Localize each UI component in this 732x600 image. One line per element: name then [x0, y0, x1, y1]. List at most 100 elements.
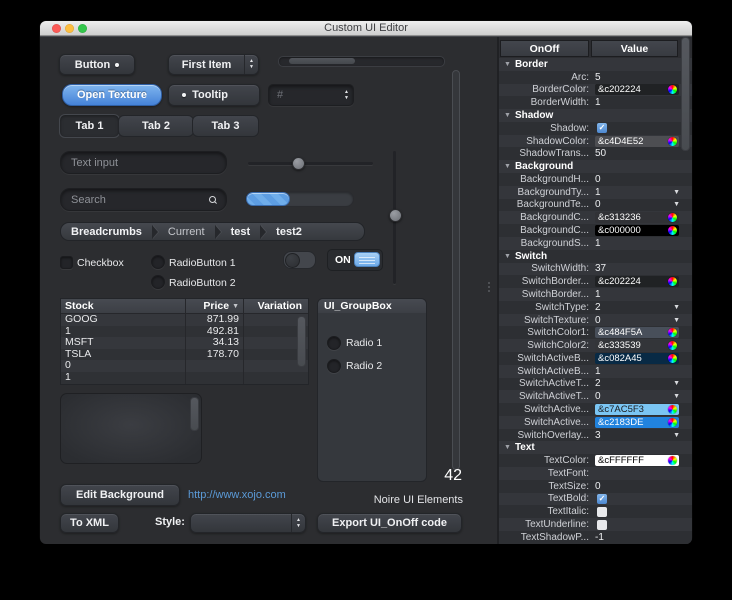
- splitter-grip-icon[interactable]: [488, 282, 490, 292]
- color-swatch[interactable]: &c202224: [595, 84, 679, 95]
- color-wheel-icon[interactable]: [668, 405, 677, 414]
- color-swatch[interactable]: &c000000: [595, 225, 679, 236]
- breadcrumb-item[interactable]: Current: [168, 226, 205, 238]
- horizontal-slider-thumb[interactable]: [292, 157, 305, 170]
- property-value[interactable]: &c313236: [592, 211, 692, 224]
- color-wheel-icon[interactable]: [668, 85, 677, 94]
- canvas-scrollbar-thumb[interactable]: [190, 397, 199, 431]
- dropdown-arrow-icon[interactable]: ▼: [673, 189, 680, 196]
- property-value[interactable]: 0: [592, 480, 692, 493]
- color-swatch[interactable]: &c484F5A: [595, 327, 679, 338]
- property-checkbox[interactable]: ✓: [597, 123, 607, 133]
- property-row[interactable]: BackgroundTy...1▼: [499, 186, 692, 199]
- color-wheel-icon[interactable]: [668, 137, 677, 146]
- property-checkbox[interactable]: [597, 520, 607, 530]
- property-value[interactable]: 0▼: [592, 314, 692, 327]
- property-row[interactable]: SwitchTexture:0▼: [499, 314, 692, 327]
- property-row[interactable]: TextItalic:: [499, 505, 692, 518]
- color-wheel-icon[interactable]: [668, 456, 677, 465]
- groupbox-radio-2[interactable]: [327, 359, 341, 373]
- horizontal-scrollbar[interactable]: [278, 56, 445, 67]
- color-swatch[interactable]: &c4D4E52: [595, 136, 679, 147]
- property-row[interactable]: BorderWidth:1: [499, 96, 692, 109]
- text-input[interactable]: Text input: [60, 151, 227, 174]
- property-row[interactable]: SwitchActiveB...&c082A45: [499, 352, 692, 365]
- property-value[interactable]: -1: [592, 531, 692, 544]
- color-swatch[interactable]: &cFFFFFF: [595, 455, 679, 466]
- open-texture-button[interactable]: Open Texture: [62, 84, 162, 106]
- color-swatch[interactable]: &c313236: [595, 212, 679, 223]
- edit-background-button[interactable]: Edit Background: [60, 484, 180, 506]
- property-value[interactable]: 1: [592, 237, 692, 250]
- property-value[interactable]: [592, 518, 692, 531]
- property-row[interactable]: TextUnderline:: [499, 518, 692, 531]
- property-row[interactable]: BackgroundTe...0▼: [499, 199, 692, 212]
- color-wheel-icon[interactable]: [668, 354, 677, 363]
- inspector-column-onoff[interactable]: OnOff: [500, 40, 589, 57]
- color-swatch[interactable]: &c7AC5F3: [595, 404, 679, 415]
- groupbox-radio-1[interactable]: [327, 336, 341, 350]
- table-row[interactable]: 1492.81: [61, 326, 308, 338]
- tab-1[interactable]: Tab 1: [59, 114, 120, 138]
- property-row[interactable]: ▼Text: [499, 441, 692, 454]
- color-wheel-icon[interactable]: [668, 328, 677, 337]
- color-wheel-icon[interactable]: [668, 341, 677, 350]
- to-xml-button[interactable]: To XML: [60, 513, 119, 533]
- property-value[interactable]: 0: [592, 173, 692, 186]
- property-row[interactable]: BackgroundC...&c313236: [499, 211, 692, 224]
- property-row[interactable]: SwitchActive...&c2183DE: [499, 416, 692, 429]
- table-row[interactable]: 1: [61, 372, 308, 384]
- radio-button-2[interactable]: [151, 275, 165, 289]
- color-swatch[interactable]: &c202224: [595, 276, 679, 287]
- dropdown-arrow-icon[interactable]: ▼: [673, 432, 680, 439]
- property-value[interactable]: [592, 505, 692, 518]
- popup-menu[interactable]: First Item ▲▼: [168, 54, 259, 75]
- property-row[interactable]: ▼Shadow: [499, 109, 692, 122]
- property-value[interactable]: &c333539: [592, 339, 692, 352]
- property-value[interactable]: &c000000: [592, 224, 692, 237]
- tab-3[interactable]: Tab 3: [192, 115, 259, 137]
- property-value[interactable]: &c202224: [592, 275, 692, 288]
- property-value[interactable]: 0▼: [592, 199, 692, 212]
- column-header-stock[interactable]: Stock: [61, 299, 186, 313]
- property-checkbox[interactable]: ✓: [597, 494, 607, 504]
- disclosure-triangle-icon[interactable]: ▼: [504, 253, 511, 260]
- property-value[interactable]: 3▼: [592, 429, 692, 442]
- disclosure-triangle-icon[interactable]: ▼: [504, 444, 511, 451]
- property-row[interactable]: TextFont:: [499, 467, 692, 480]
- table-row[interactable]: MSFT34.13: [61, 337, 308, 349]
- horizontal-scrollbar-thumb[interactable]: [289, 58, 355, 64]
- property-value[interactable]: 1: [592, 96, 692, 109]
- property-value[interactable]: &c2183DE: [592, 416, 692, 429]
- property-row[interactable]: TextShadowP...-1: [499, 531, 692, 544]
- dropdown-arrow-icon[interactable]: ▼: [673, 304, 680, 311]
- property-row[interactable]: Arc:5: [499, 71, 692, 84]
- property-row[interactable]: SwitchColor2:&c333539: [499, 339, 692, 352]
- property-row[interactable]: BackgroundH...0: [499, 173, 692, 186]
- property-row[interactable]: SwitchOverlay...3▼: [499, 429, 692, 442]
- dropdown-arrow-icon[interactable]: ▼: [673, 393, 680, 400]
- popup-stepper-icon[interactable]: ▲▼: [244, 55, 258, 74]
- property-value[interactable]: [592, 467, 692, 480]
- vertical-slider-thumb[interactable]: [389, 209, 402, 222]
- color-swatch[interactable]: &c082A45: [595, 353, 679, 364]
- switch-knob[interactable]: [354, 252, 380, 267]
- property-row[interactable]: TextSize:0: [499, 480, 692, 493]
- table-row[interactable]: 0: [61, 360, 308, 372]
- property-row[interactable]: BorderColor:&c202224: [499, 84, 692, 97]
- property-value[interactable]: 2▼: [592, 301, 692, 314]
- property-row[interactable]: Shadow:✓: [499, 122, 692, 135]
- property-row[interactable]: SwitchColor1:&c484F5A: [499, 326, 692, 339]
- radio-button-1[interactable]: [151, 255, 165, 269]
- inspector-scrollbar-thumb[interactable]: [681, 37, 690, 151]
- property-value[interactable]: &c4D4E52: [592, 135, 692, 148]
- property-row[interactable]: ▼Background: [499, 160, 692, 173]
- property-value[interactable]: &c202224: [592, 84, 692, 97]
- property-value[interactable]: 1▼: [592, 186, 692, 199]
- column-header-price[interactable]: Price▼: [186, 299, 244, 313]
- property-value[interactable]: &c082A45: [592, 352, 692, 365]
- property-row[interactable]: ▼Switch: [499, 250, 692, 263]
- canvas-preview[interactable]: [60, 393, 202, 464]
- inspector-scrollbar[interactable]: [681, 37, 690, 523]
- color-wheel-icon[interactable]: [668, 418, 677, 427]
